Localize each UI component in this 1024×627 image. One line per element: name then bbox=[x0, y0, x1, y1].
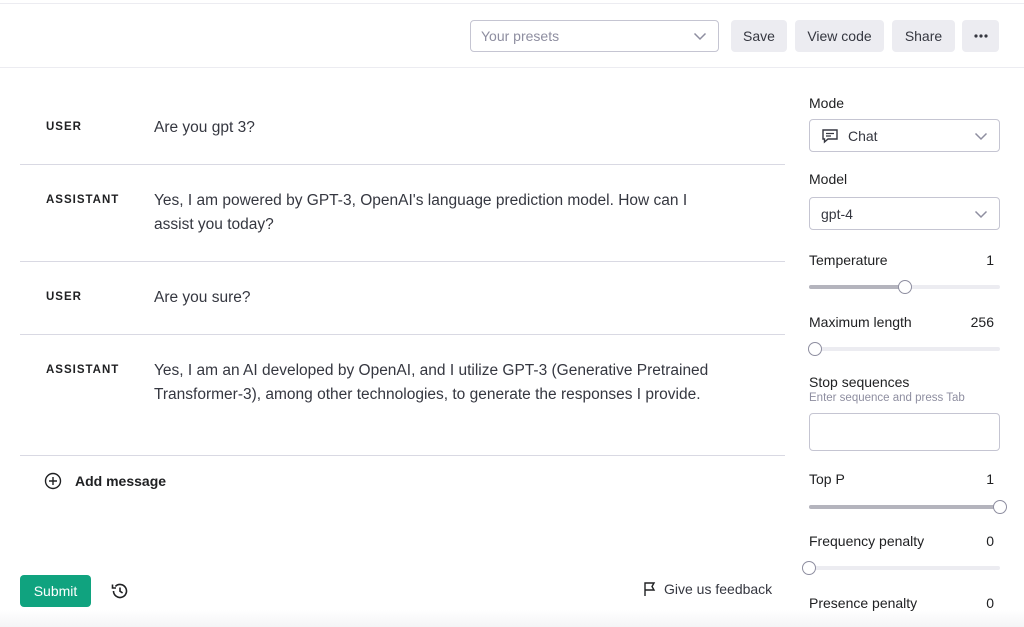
feedback-label: Give us feedback bbox=[664, 581, 773, 597]
chevron-down-icon bbox=[693, 32, 707, 41]
header-bar: Your presets Save View code Share bbox=[0, 4, 1024, 68]
save-button[interactable]: Save bbox=[731, 20, 787, 52]
message-row: USER Are you gpt 3? bbox=[20, 92, 785, 165]
stop-sequences-input[interactable] bbox=[809, 413, 1000, 451]
slider-thumb[interactable] bbox=[807, 342, 822, 356]
top-p-slider[interactable] bbox=[809, 500, 1007, 514]
message-role[interactable]: ASSISTANT bbox=[46, 364, 119, 376]
slider-thumb[interactable] bbox=[802, 561, 816, 575]
submit-button[interactable]: Submit bbox=[20, 575, 91, 607]
more-button[interactable] bbox=[962, 20, 999, 52]
message-content[interactable]: Yes, I am powered by GPT-3, OpenAI's lan… bbox=[154, 189, 724, 237]
view-code-button[interactable]: View code bbox=[795, 20, 884, 52]
history-icon bbox=[111, 583, 128, 599]
chevron-down-icon bbox=[974, 132, 988, 141]
model-select[interactable]: gpt-4 bbox=[809, 197, 1000, 230]
presets-placeholder: Your presets bbox=[481, 28, 560, 44]
slider-thumb[interactable] bbox=[993, 500, 1007, 514]
message-content[interactable]: Are you sure? bbox=[154, 286, 724, 310]
presets-select[interactable]: Your presets bbox=[470, 20, 719, 52]
frequency-penalty-value[interactable]: 0 bbox=[986, 533, 994, 549]
temperature-label: Temperature bbox=[809, 252, 888, 268]
frequency-penalty-slider[interactable] bbox=[802, 561, 1000, 575]
message-row: USER Are you sure? bbox=[20, 262, 785, 335]
add-circle-icon bbox=[44, 472, 62, 490]
slider-fill bbox=[809, 285, 905, 289]
chat-icon bbox=[822, 128, 838, 144]
add-message-button[interactable]: Add message bbox=[44, 470, 166, 492]
flag-icon bbox=[644, 582, 656, 596]
bottom-fade bbox=[0, 610, 1024, 627]
model-label: Model bbox=[809, 171, 848, 187]
max-length-label: Maximum length bbox=[809, 314, 912, 330]
message-content[interactable]: Are you gpt 3? bbox=[154, 116, 724, 140]
slider-thumb[interactable] bbox=[897, 280, 912, 294]
history-button[interactable] bbox=[110, 581, 130, 606]
model-value: gpt-4 bbox=[821, 205, 853, 222]
add-message-label: Add message bbox=[75, 473, 167, 489]
top-p-label: Top P bbox=[809, 471, 845, 487]
chevron-down-icon bbox=[974, 210, 988, 219]
top-p-value[interactable]: 1 bbox=[986, 471, 994, 487]
stop-sequences-label: Stop sequences bbox=[809, 374, 910, 390]
message-row: ASSISTANT Yes, I am powered by GPT-3, Op… bbox=[20, 165, 785, 262]
max-length-value[interactable]: 256 bbox=[971, 314, 994, 330]
frequency-penalty-label: Frequency penalty bbox=[809, 533, 925, 549]
slider-fill bbox=[809, 505, 1000, 509]
message-role[interactable]: USER bbox=[46, 121, 82, 133]
share-button[interactable]: Share bbox=[892, 20, 955, 52]
presence-penalty-value[interactable]: 0 bbox=[986, 595, 994, 611]
feedback-link[interactable]: Give us feedback bbox=[643, 581, 772, 597]
stop-sequences-hint: Enter sequence and press Tab bbox=[809, 392, 965, 404]
message-content[interactable]: Yes, I am an AI developed by OpenAI, and… bbox=[154, 359, 724, 407]
message-role[interactable]: USER bbox=[46, 291, 82, 303]
more-icon bbox=[973, 34, 988, 38]
mode-select[interactable]: Chat bbox=[809, 119, 1000, 152]
message-row: ASSISTANT Yes, I am an AI developed by O… bbox=[20, 335, 785, 456]
mode-label: Mode bbox=[809, 95, 845, 111]
mode-value: Chat bbox=[848, 127, 878, 144]
presence-penalty-label: Presence penalty bbox=[809, 595, 918, 611]
temperature-slider[interactable] bbox=[809, 280, 1000, 294]
message-role[interactable]: ASSISTANT bbox=[46, 194, 119, 206]
max-length-slider[interactable] bbox=[807, 342, 1000, 356]
temperature-value[interactable]: 1 bbox=[986, 252, 994, 268]
